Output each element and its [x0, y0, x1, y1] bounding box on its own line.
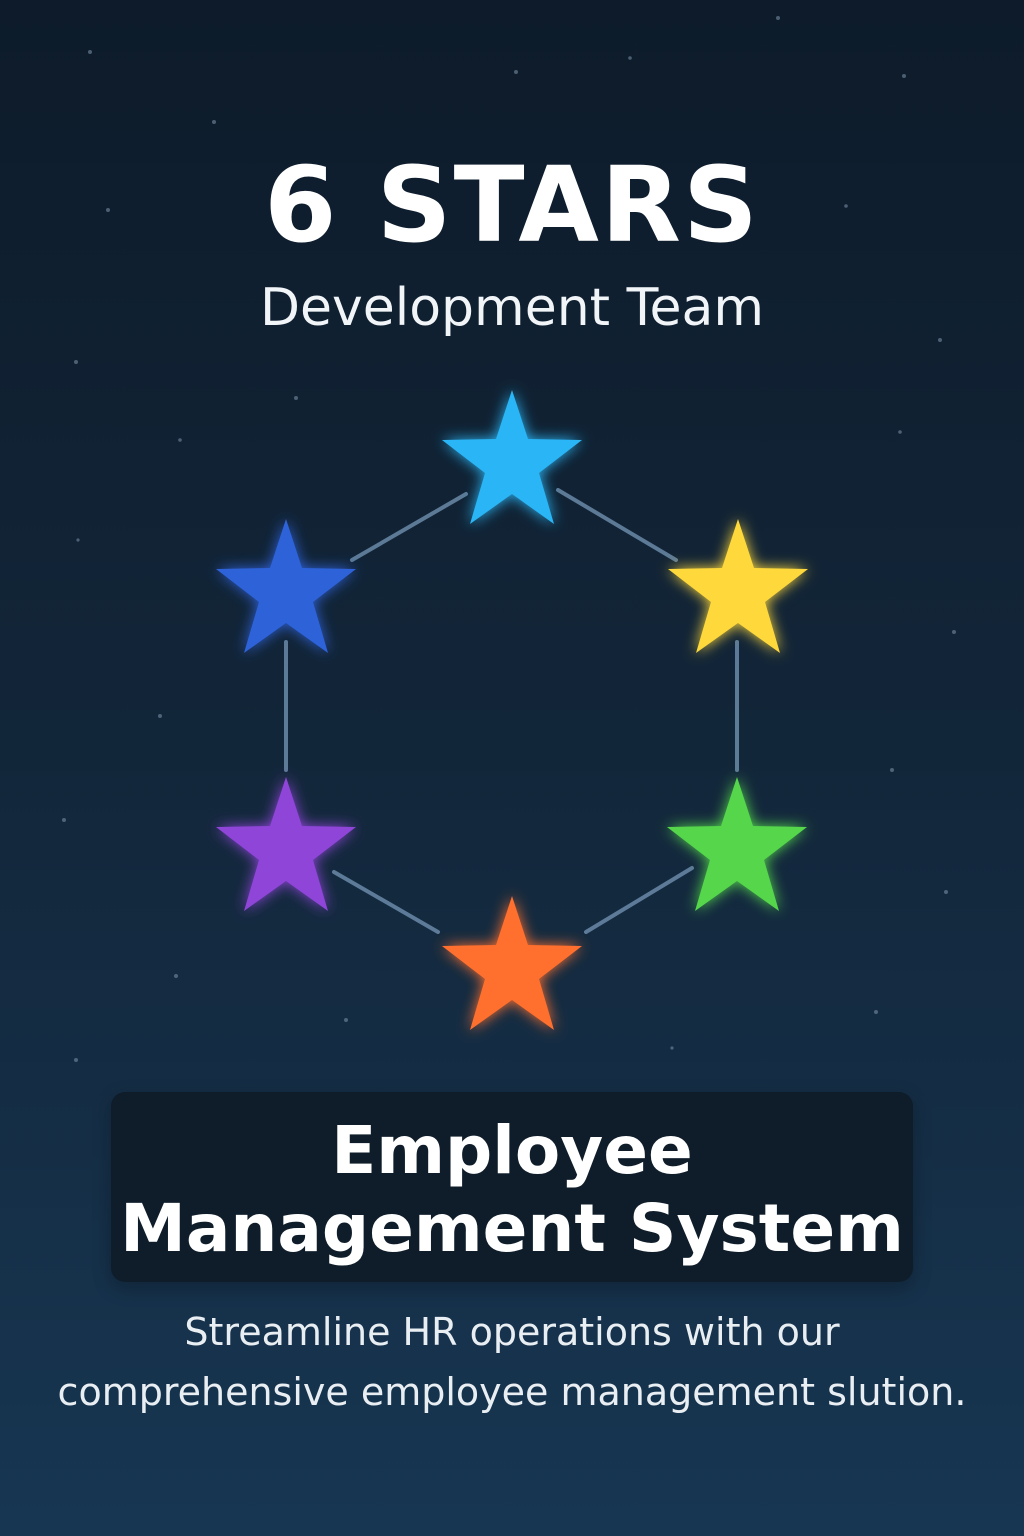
page: 6 STARS Development Team Employee Manage… [0, 0, 1024, 1536]
star-lower-left-icon [216, 777, 356, 911]
star-upper-right-icon [668, 519, 808, 653]
star-top-icon [442, 390, 582, 524]
star-bottom-icon [442, 896, 582, 1030]
tagline-line-1: Streamline HR operations with our [184, 1310, 840, 1354]
six-star-constellation [216, 390, 808, 1030]
star-lower-right-icon [667, 777, 807, 911]
page-subtitle: Development Team [259, 278, 765, 338]
product-title-line-2: Management System [120, 1190, 904, 1267]
tagline: Streamline HR operations with our compre… [40, 1302, 984, 1422]
connector-lower-right-bottom [584, 866, 694, 934]
product-title: Employee Management System [111, 1112, 913, 1268]
tagline-line-2: comprehensive employee management slutio… [57, 1370, 967, 1414]
connector-top-upper-right [556, 488, 678, 562]
product-title-line-1: Employee [331, 1112, 693, 1189]
connector-upper-left-top [350, 492, 468, 562]
page-title: 6 STARS [264, 144, 760, 266]
star-upper-left-icon [216, 519, 356, 653]
product-title-card: Employee Management System [111, 1092, 913, 1282]
connector-bottom-lower-left [332, 870, 440, 934]
